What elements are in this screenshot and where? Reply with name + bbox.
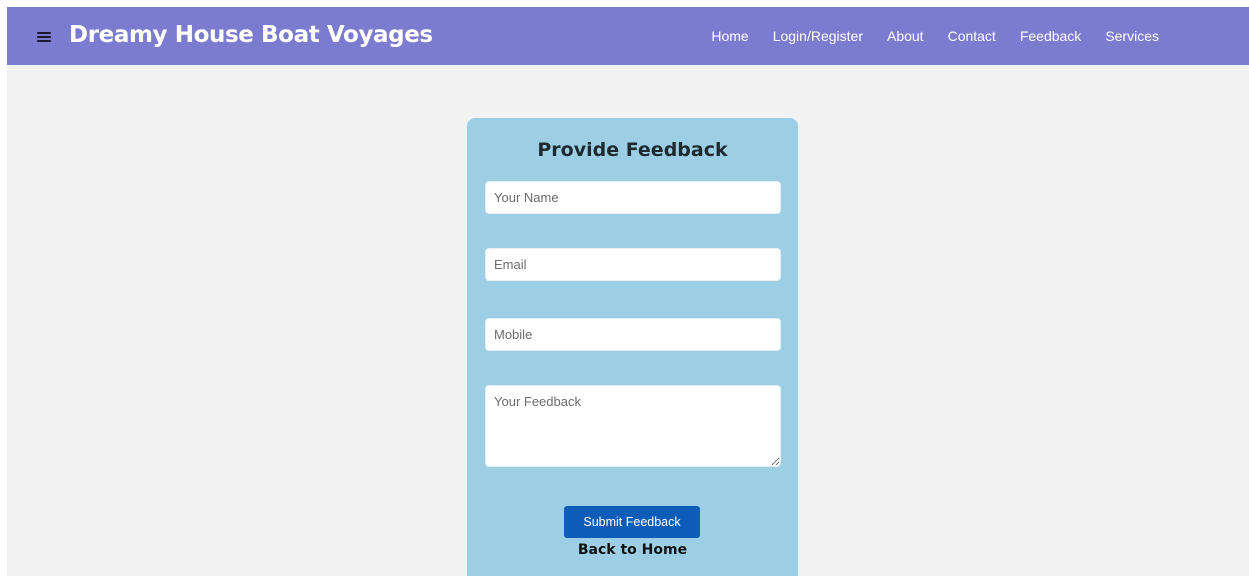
- email-input[interactable]: [485, 248, 781, 281]
- nav-link-home[interactable]: Home: [711, 25, 748, 47]
- feedback-textarea[interactable]: [485, 385, 781, 467]
- back-to-home-link[interactable]: Back to Home: [467, 539, 798, 561]
- nav-link-services[interactable]: Services: [1105, 25, 1159, 47]
- site-brand[interactable]: Dreamy House Boat Voyages: [69, 19, 433, 51]
- menu-bar: [37, 32, 51, 34]
- submit-feedback-button[interactable]: Submit Feedback: [564, 506, 700, 538]
- navbar: Dreamy House Boat Voyages Home Login/Reg…: [7, 7, 1249, 65]
- name-input[interactable]: [485, 181, 781, 214]
- hamburger-menu-icon[interactable]: [37, 31, 51, 43]
- page-frame: Dreamy House Boat Voyages Home Login/Reg…: [7, 7, 1249, 576]
- feedback-card: Provide Feedback Submit Feedback Back to…: [467, 118, 798, 576]
- mobile-input[interactable]: [485, 318, 781, 351]
- menu-bar: [37, 36, 51, 38]
- nav-link-feedback[interactable]: Feedback: [1020, 25, 1081, 47]
- menu-bar: [37, 40, 51, 42]
- nav-link-contact[interactable]: Contact: [948, 25, 996, 47]
- nav-links: Home Login/Register About Contact Feedba…: [687, 25, 1159, 47]
- nav-link-login-register[interactable]: Login/Register: [773, 25, 863, 47]
- nav-link-about[interactable]: About: [887, 25, 924, 47]
- form-title: Provide Feedback: [537, 139, 728, 161]
